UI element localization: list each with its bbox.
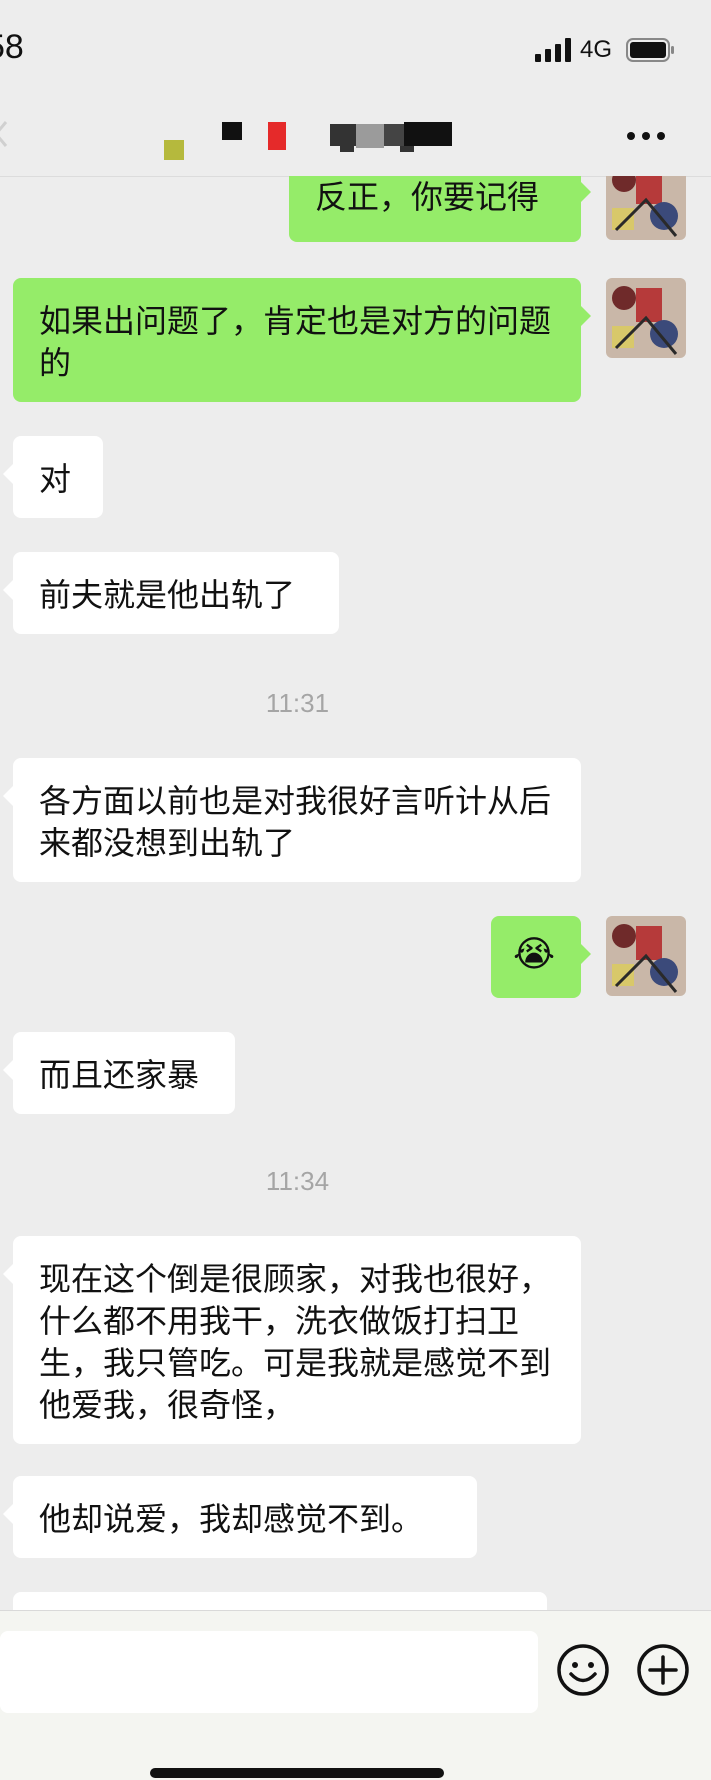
avatar-image xyxy=(606,278,686,358)
battery-icon xyxy=(626,38,674,62)
more-dots-icon[interactable] xyxy=(626,130,666,142)
message-input[interactable] xyxy=(0,1631,538,1713)
message-text: 而且还家暴 xyxy=(39,1056,200,1094)
message-text: 前夫就是他出轨了 xyxy=(39,576,296,614)
avatar[interactable] xyxy=(606,916,686,996)
message-text: 现在这个倒是很顾家，对我也很好，什么都不用我干，洗衣做饭打扫卫生，我只管吃。可是… xyxy=(39,1260,552,1424)
signal-icon xyxy=(535,38,571,62)
message-text: 各方面以前也是对我很好言听计从后来都没想到出轨了 xyxy=(39,782,552,862)
message-text: 对 xyxy=(39,460,72,498)
avatar-image xyxy=(606,176,686,240)
chat-title-pixelated xyxy=(164,122,452,160)
crying-laughing-emoji: 😭 xyxy=(513,934,556,975)
message-list[interactable]: 反正，你要记得 如果出问题了，肯定也是对方的问题的 对 前夫就是他出轨了 11:… xyxy=(0,176,711,1610)
network-type: 4G xyxy=(580,36,613,63)
message-timestamp: 11:34 xyxy=(265,1166,330,1196)
plus-icon[interactable] xyxy=(636,1643,690,1697)
chat-header xyxy=(0,100,711,177)
status-bar: 58 4G xyxy=(0,0,711,100)
message-text: 反正，你要记得 xyxy=(315,178,540,216)
message-bubble-incoming[interactable]: 他却说爱，我却感觉不到。 xyxy=(3,1476,477,1558)
message-bubble-outgoing[interactable]: 反正，你要记得 xyxy=(289,176,591,242)
avatar[interactable] xyxy=(606,176,686,240)
status-time: 58 xyxy=(0,28,24,66)
message-bubble-outgoing[interactable]: 😭 xyxy=(491,916,591,998)
avatar[interactable] xyxy=(606,278,686,358)
message-bubble-incoming[interactable]: 对 xyxy=(3,436,103,518)
message-bubble-incoming[interactable]: 现在这个倒是很顾家，对我也很好，什么都不用我干，洗衣做饭打扫卫生，我只管吃。可是… xyxy=(3,1236,581,1444)
input-bar xyxy=(0,1610,711,1780)
back-icon[interactable] xyxy=(0,120,8,148)
avatar-image xyxy=(606,916,686,996)
home-indicator[interactable] xyxy=(150,1768,444,1778)
message-bubble-outgoing[interactable]: 如果出问题了，肯定也是对方的问题的 xyxy=(13,278,591,402)
emoji-icon[interactable] xyxy=(556,1643,610,1697)
message-bubble-incoming[interactable]: 前夫就是他出轨了 xyxy=(3,552,339,634)
message-bubble-incoming[interactable]: 而且还家暴 xyxy=(3,1032,235,1114)
message-text: 如果出问题了，肯定也是对方的问题的 xyxy=(39,302,552,382)
message-timestamp: 11:31 xyxy=(265,688,330,718)
message-bubble-incoming[interactable]: 各方面以前也是对我很好言听计从后来都没想到出轨了 xyxy=(3,758,581,882)
message-bubble-incoming[interactable] xyxy=(13,1592,547,1610)
message-text: 他却说爱，我却感觉不到。 xyxy=(39,1500,424,1538)
